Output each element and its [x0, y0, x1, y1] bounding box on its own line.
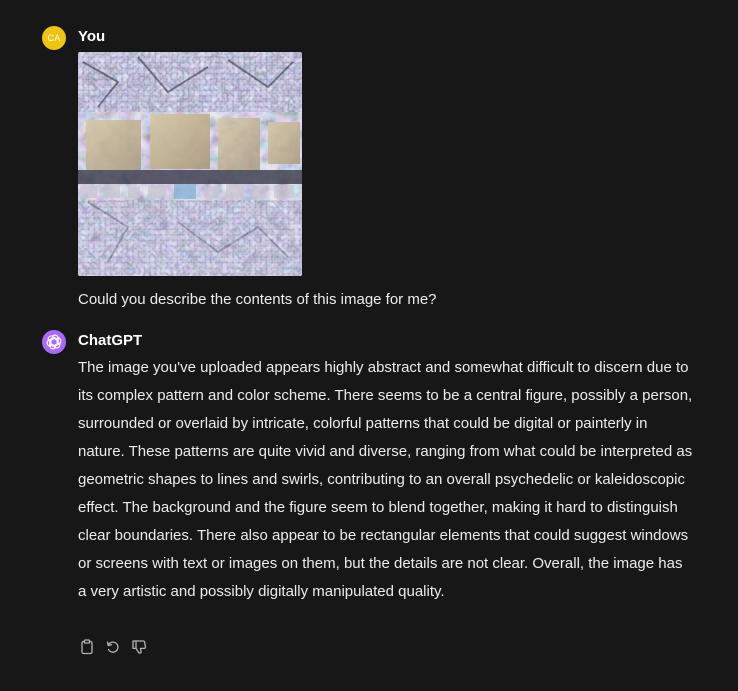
thumbs-down-icon [132, 640, 147, 654]
message-actions [78, 638, 148, 656]
regenerate-button[interactable] [104, 638, 122, 656]
clipboard-icon [81, 639, 93, 655]
openai-logo-icon [46, 334, 62, 350]
uploaded-image[interactable] [78, 52, 302, 276]
user-author-name: You [78, 28, 106, 45]
user-avatar: CA [42, 26, 66, 50]
user-avatar-initials: CA [47, 33, 61, 43]
assistant-author-name: ChatGPT [78, 332, 143, 349]
copy-button[interactable] [78, 638, 96, 656]
chatgpt-avatar [42, 330, 66, 354]
regenerate-icon [106, 641, 119, 653]
thumbs-down-button[interactable] [130, 638, 148, 656]
user-message-text: Could you describe the contents of this … [78, 291, 437, 308]
assistant-message-text: The image you've uploaded appears highly… [78, 359, 693, 600]
